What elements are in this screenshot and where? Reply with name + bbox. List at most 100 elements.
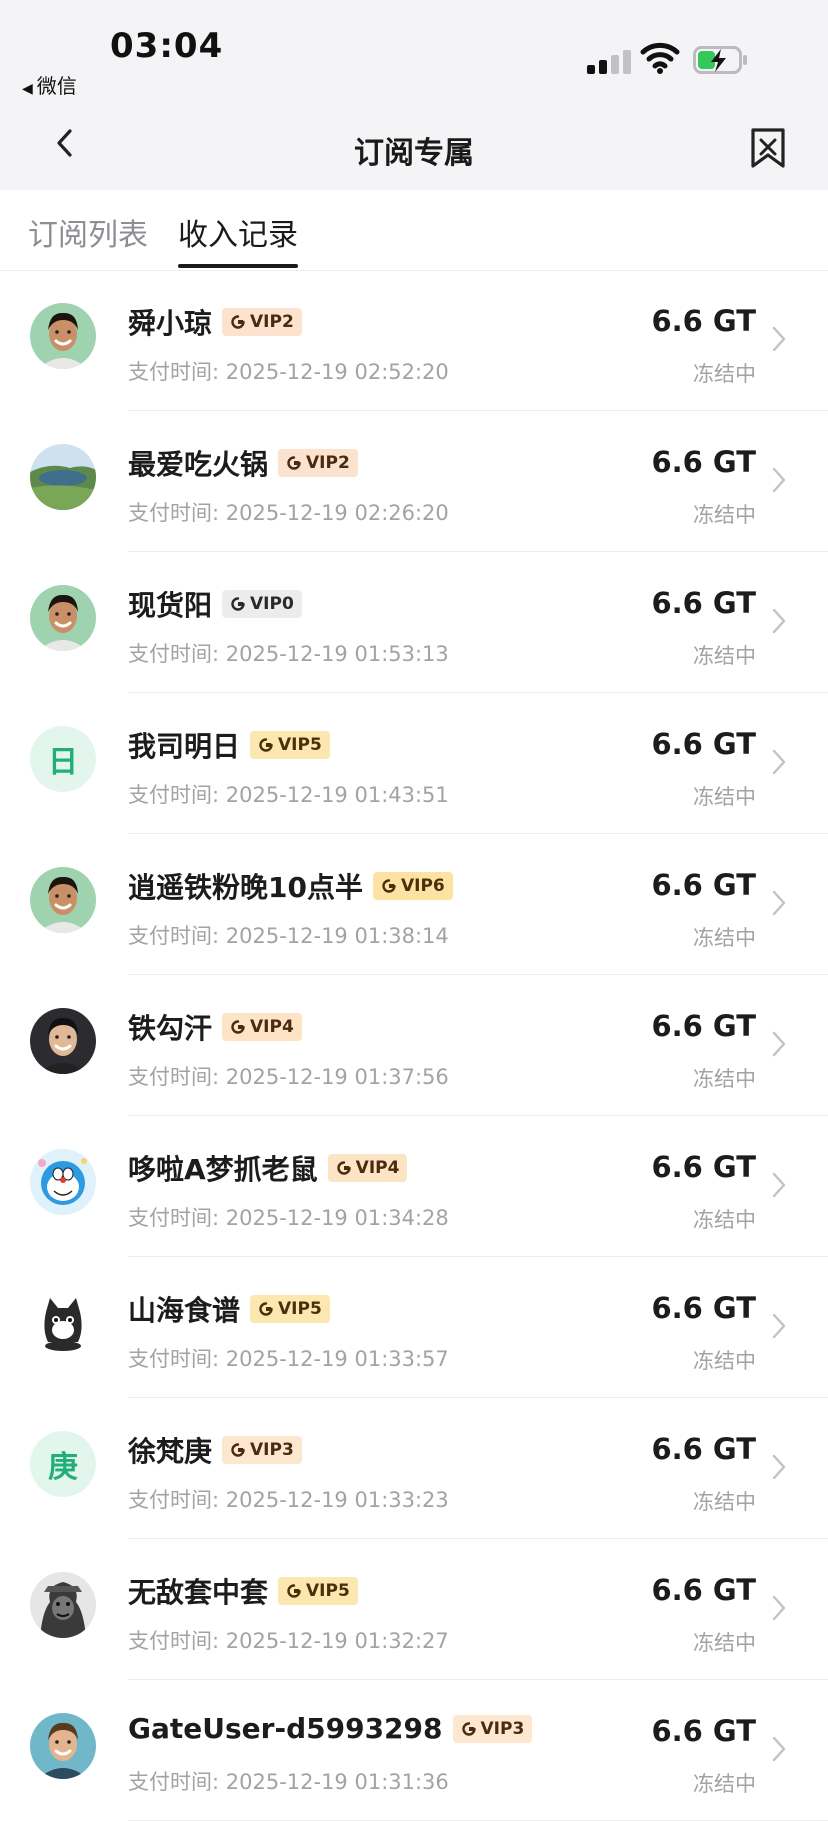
top-header: 03:04 ◀ 微信 订阅专属 <box>0 0 828 190</box>
vip-badge: VIP5 <box>250 1295 330 1323</box>
record-row[interactable]: 哆啦A梦抓老鼠 VIP4 支付时间: 2025-12-19 01:34:28 6… <box>0 1116 828 1257</box>
avatar <box>30 867 96 933</box>
name-line: 我司明日 VIP5 <box>128 725 330 765</box>
back-triangle-icon: ◀ <box>22 81 33 97</box>
vip-badge: VIP4 <box>327 1154 408 1182</box>
page-title: 订阅专属 <box>354 136 474 171</box>
payment-time: 支付时间: 2025-12-19 01:33:57 <box>128 1347 449 1371</box>
avatar <box>30 1008 96 1074</box>
avatar <box>30 444 96 510</box>
subscriber-name: 舜小琼 <box>128 307 213 340</box>
payment-time: 支付时间: 2025-12-19 01:43:51 <box>128 783 449 807</box>
chevron-right-icon <box>772 608 786 634</box>
status-label: 冻结中 <box>693 503 756 527</box>
back-app-label: 微信 <box>36 74 77 98</box>
vip-level: VIP6 <box>400 876 445 896</box>
record-row[interactable]: 最爱吃火锅 VIP2 支付时间: 2025-12-19 02:26:20 6.6… <box>0 411 828 552</box>
vip-badge-icon <box>231 1443 245 1457</box>
subscriber-name: 无敌套中套 <box>128 1576 269 1609</box>
wifi-icon <box>640 42 680 74</box>
status-label: 冻结中 <box>693 1631 756 1655</box>
chevron-right-icon <box>772 1736 786 1762</box>
vip-level: VIP2 <box>250 312 294 332</box>
chevron-right-icon <box>772 1313 786 1339</box>
back-to-app-link[interactable]: ◀ 微信 <box>22 70 77 99</box>
status-label: 冻结中 <box>693 362 756 386</box>
name-line: 无敌套中套 VIP5 <box>128 1571 358 1611</box>
record-row[interactable]: 舜小琼 VIP2 支付时间: 2025-12-19 02:52:20 6.6 G… <box>0 270 828 411</box>
vip-level: VIP4 <box>355 1158 400 1178</box>
subscriber-name: 哆啦A梦抓老鼠 <box>128 1153 318 1186</box>
chevron-right-icon <box>772 1031 786 1057</box>
chevron-right-icon <box>772 1172 786 1198</box>
vip-badge: VIP6 <box>372 872 453 900</box>
payment-time: 支付时间: 2025-12-19 01:34:28 <box>128 1206 449 1230</box>
vip-badge: VIP2 <box>222 308 302 336</box>
vip-badge: VIP0 <box>222 590 302 618</box>
avatar <box>30 1149 96 1215</box>
payment-time: 支付时间: 2025-12-19 01:32:27 <box>128 1629 449 1653</box>
status-label: 冻结中 <box>693 1772 756 1796</box>
avatar-initial: 日 <box>48 745 78 780</box>
payment-time: 支付时间: 2025-12-19 02:26:20 <box>128 501 449 525</box>
payment-time: 支付时间: 2025-12-19 01:31:36 <box>128 1770 449 1794</box>
subscriber-name: 我司明日 <box>128 730 241 763</box>
record-row[interactable]: 日 我司明日 VIP5 支付时间: 2025-12-19 01:43:51 6.… <box>0 693 828 834</box>
signal-icon <box>587 48 631 74</box>
chevron-right-icon <box>772 326 786 352</box>
vip-badge-icon <box>231 597 245 611</box>
amount: 6.6 GT <box>651 445 756 479</box>
chevron-right-icon <box>772 1595 786 1621</box>
payment-time: 支付时间: 2025-12-19 01:53:13 <box>128 642 449 666</box>
amount: 6.6 GT <box>651 727 756 761</box>
subscriber-name: 现货阳 <box>128 589 213 622</box>
amount: 6.6 GT <box>651 1150 756 1184</box>
status-label: 冻结中 <box>693 926 756 950</box>
avatar <box>30 1713 96 1779</box>
status-label: 冻结中 <box>693 785 756 809</box>
status-label: 冻结中 <box>693 644 756 668</box>
avatar-initial: 庚 <box>48 1450 78 1485</box>
vip-level: VIP5 <box>278 735 322 755</box>
amount: 6.6 GT <box>651 1714 756 1748</box>
payment-time: 支付时间: 2025-12-19 01:37:56 <box>128 1065 449 1089</box>
amount: 6.6 GT <box>651 868 756 902</box>
amount: 6.6 GT <box>651 1009 756 1043</box>
vip-badge-icon <box>382 879 396 893</box>
vip-badge-icon <box>231 315 245 329</box>
tab-subscription-list[interactable]: 订阅列表 <box>28 210 148 254</box>
name-line: 徐梵庚 VIP3 <box>128 1430 302 1470</box>
record-row[interactable]: 山海食谱 VIP5 支付时间: 2025-12-19 01:33:57 6.6 … <box>0 1257 828 1398</box>
vip-badge: VIP2 <box>278 449 358 477</box>
vip-level: VIP2 <box>306 453 350 473</box>
avatar <box>30 585 96 651</box>
avatar <box>30 1572 96 1638</box>
record-row[interactable]: 逍遥铁粉晚10点半 VIP6 支付时间: 2025-12-19 01:38:14… <box>0 834 828 975</box>
amount: 6.6 GT <box>651 304 756 338</box>
vip-level: VIP5 <box>278 1299 322 1319</box>
chevron-right-icon <box>772 467 786 493</box>
subscriber-name: 逍遥铁粉晚10点半 <box>128 871 363 904</box>
battery-charging-icon <box>693 46 747 74</box>
payment-time: 支付时间: 2025-12-19 01:38:14 <box>128 924 449 948</box>
chevron-right-icon <box>772 890 786 916</box>
record-row[interactable]: 庚 徐梵庚 VIP3 支付时间: 2025-12-19 01:33:23 6.6… <box>0 1398 828 1539</box>
status-label: 冻结中 <box>693 1067 756 1091</box>
name-line: 哆啦A梦抓老鼠 VIP4 <box>128 1148 408 1188</box>
record-row[interactable]: 铁勾汗 VIP4 支付时间: 2025-12-19 01:37:56 6.6 G… <box>0 975 828 1116</box>
status-time: 03:04 <box>110 26 224 66</box>
chevron-right-icon <box>772 749 786 775</box>
vip-badge-icon <box>259 738 273 752</box>
vip-level: VIP4 <box>250 1017 294 1037</box>
avatar <box>30 1290 96 1356</box>
vip-badge-icon <box>259 1302 273 1316</box>
status-label: 冻结中 <box>693 1208 756 1232</box>
vip-level: VIP3 <box>480 1718 525 1739</box>
record-row[interactable]: 无敌套中套 VIP5 支付时间: 2025-12-19 01:32:27 6.6… <box>0 1539 828 1680</box>
bookmark-icon[interactable] <box>748 126 788 170</box>
tab-bar: 订阅列表 收入记录 <box>0 190 828 271</box>
chevron-right-icon <box>772 1454 786 1480</box>
tab-income-records[interactable]: 收入记录 <box>178 210 298 254</box>
record-row[interactable]: 现货阳 VIP0 支付时间: 2025-12-19 01:53:13 6.6 G… <box>0 552 828 693</box>
name-line: 最爱吃火锅 VIP2 <box>128 443 358 483</box>
